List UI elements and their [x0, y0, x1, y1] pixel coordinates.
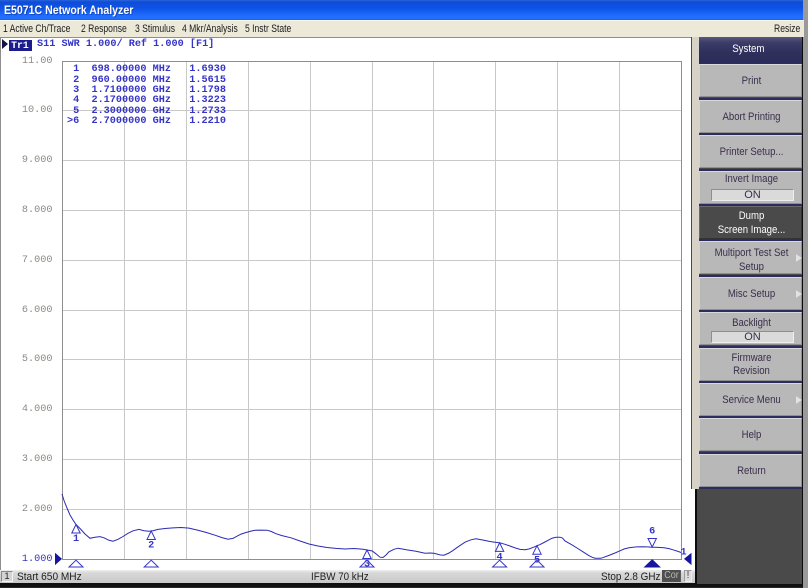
svg-text:1: 1 [73, 534, 79, 545]
svg-text:6: 6 [649, 527, 655, 538]
svg-text:5: 5 [534, 555, 540, 566]
svg-text:2: 2 [148, 541, 154, 552]
svg-text:3: 3 [364, 560, 370, 571]
svg-text:1: 1 [680, 548, 686, 559]
svg-text:4: 4 [497, 553, 503, 564]
